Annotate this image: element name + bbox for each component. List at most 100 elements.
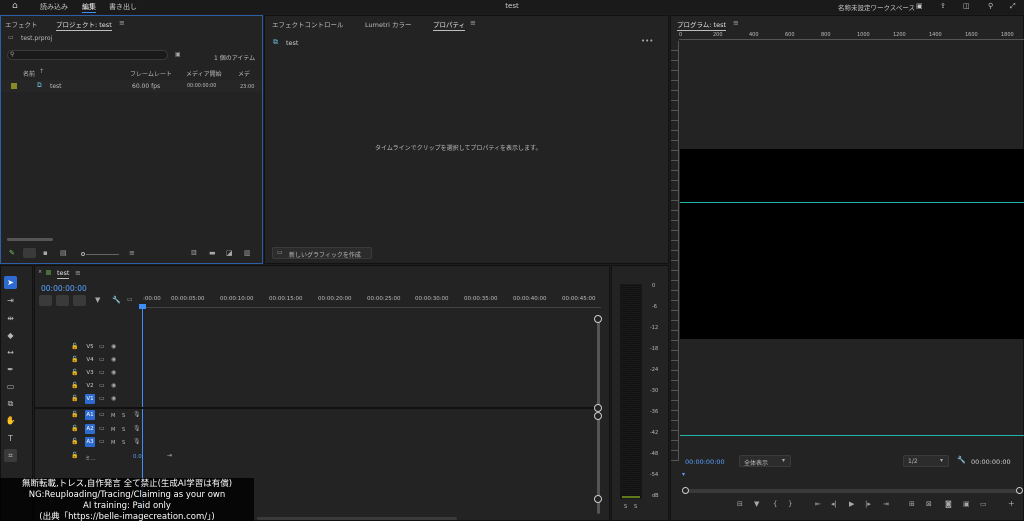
track-header-a2[interactable]: 🔓 A2 ▭ M S 🎙	[71, 424, 165, 436]
automate-icon[interactable]: ▥	[191, 250, 197, 256]
list-item[interactable]: ⧉ test 60.00 fps 00:00:00:00 23:00	[1, 80, 262, 92]
scrubber-handle-left[interactable]	[682, 487, 689, 494]
tab-properties[interactable]: プロパティ	[433, 19, 466, 31]
new-item-icon[interactable]: ◪	[226, 250, 233, 257]
playhead-handle[interactable]	[139, 304, 146, 309]
sync-lock-icon[interactable]: ▭	[99, 439, 105, 445]
eye-icon[interactable]: ◉	[111, 383, 116, 389]
freeform-view-icon[interactable]: ▤	[60, 250, 67, 257]
scroll-handle[interactable]	[594, 315, 602, 323]
eye-icon[interactable]: ◉	[111, 370, 116, 376]
rectangle-tool-icon[interactable]: ▭	[4, 380, 17, 393]
panel-menu-icon[interactable]: ≡	[470, 20, 476, 27]
add-marker-icon[interactable]: ▼	[95, 297, 100, 304]
col-name[interactable]: 名前	[23, 69, 35, 78]
tab-effect-controls[interactable]: エフェクトコントロール	[272, 19, 344, 29]
selection-tool-icon[interactable]: ➤	[4, 276, 17, 289]
sync-lock-icon[interactable]: ▭	[99, 426, 105, 432]
quick-export-icon[interactable]: ◫	[963, 2, 970, 10]
sync-lock-icon[interactable]: ▭	[99, 412, 105, 418]
lock-icon[interactable]: 🔓	[71, 453, 78, 459]
panel-menu-icon[interactable]: ≡	[119, 20, 125, 27]
go-to-end-icon[interactable]: ⇥	[167, 453, 172, 459]
panel-menu-icon[interactable]: ≡	[733, 20, 739, 27]
label-color-swatch[interactable]	[11, 83, 17, 89]
linked-selection-button[interactable]	[56, 295, 69, 306]
track-header-mix[interactable]: 🔓 ミ... 0.0 ⇥	[71, 451, 172, 463]
program-timecode[interactable]: 00:00:00:00	[685, 458, 725, 466]
go-to-in-icon[interactable]: ⇤	[815, 501, 821, 508]
go-to-out-icon[interactable]: ⇥	[883, 501, 889, 508]
mark-out-icon[interactable]: }	[788, 501, 792, 508]
video-preview[interactable]	[680, 149, 1024, 339]
lock-icon[interactable]: 🔓	[71, 412, 78, 418]
scrubber-handle-right[interactable]	[1016, 487, 1023, 494]
solo-right-button[interactable]: S	[634, 504, 637, 510]
eye-icon[interactable]: ◉	[111, 357, 116, 363]
mix-value[interactable]: 0.0	[133, 454, 142, 460]
col-media-end[interactable]: メデ	[238, 69, 250, 78]
insert-icon[interactable]: ⊞	[909, 501, 915, 508]
solo-button[interactable]: S	[122, 413, 125, 419]
playhead-marker-icon[interactable]: ▾	[682, 472, 685, 478]
insert-nest-button[interactable]	[73, 295, 86, 306]
lock-icon[interactable]: 🔓	[71, 396, 78, 402]
panel-menu-icon[interactable]: ≡	[75, 270, 81, 277]
bin-icon[interactable]: ▬	[209, 250, 216, 257]
tab-program[interactable]: プログラム: test	[677, 19, 727, 31]
search-icon[interactable]: ⚲	[988, 2, 993, 10]
track-header-v3[interactable]: 🔓 V3 ▭ ◉	[71, 368, 165, 380]
icon-view-icon[interactable]: ▪	[43, 250, 48, 257]
solo-button[interactable]: S	[122, 427, 125, 433]
track-divider[interactable]	[35, 407, 601, 409]
lock-icon[interactable]: 🔓	[71, 426, 78, 432]
caption-tool-icon[interactable]: ⌗	[4, 449, 17, 462]
new-graphic-button[interactable]: ▭ 新しいグラフィックを作成	[272, 247, 372, 259]
comparison-icon[interactable]: ▣	[963, 501, 970, 508]
sort-icon[interactable]: ≡	[129, 250, 135, 257]
add-button-icon[interactable]: +	[1008, 500, 1015, 508]
tab-lumetri[interactable]: Lumetri カラー	[365, 19, 412, 29]
sync-lock-icon[interactable]: ▭	[99, 383, 105, 389]
pencil-icon[interactable]: ✎	[9, 250, 15, 257]
lock-icon[interactable]: 🔓	[71, 439, 78, 445]
slip-tool-icon[interactable]: ↔	[4, 346, 17, 359]
wrench-icon[interactable]: 🔧	[112, 297, 121, 304]
mute-button[interactable]: M	[111, 440, 115, 446]
timeline-timecode[interactable]: 00:00:00:00	[41, 284, 87, 293]
hand-tool-icon[interactable]: ✋	[4, 414, 17, 427]
monitor-scrubber[interactable]	[685, 489, 1019, 493]
new-bin-icon[interactable]: ▣	[175, 52, 181, 58]
track-header-a1[interactable]: 🔓 A1 ▭ M S 🎙	[71, 410, 165, 422]
track-label[interactable]: V2	[85, 381, 95, 391]
trash-icon[interactable]: ▥	[244, 250, 251, 257]
track-header-v4[interactable]: 🔓 V4 ▭ ◉	[71, 355, 165, 367]
share-icon[interactable]: ⇪	[940, 2, 946, 10]
overwrite-icon[interactable]: ⊠	[926, 501, 932, 508]
pen-tool-icon[interactable]: ✒	[4, 363, 17, 376]
frame-tool-icon[interactable]: ⧉	[4, 397, 17, 410]
mute-button[interactable]: M	[111, 427, 115, 433]
captions-icon[interactable]: ▭	[127, 297, 133, 303]
sync-lock-icon[interactable]: ▭	[99, 344, 105, 350]
fullscreen-icon[interactable]: ⤢	[1010, 2, 1016, 11]
track-header-v1[interactable]: 🔓 V1 ▭ ◉	[71, 394, 165, 406]
lock-icon[interactable]: 🔓	[71, 383, 78, 389]
track-label[interactable]: A2	[85, 424, 95, 434]
lock-icon[interactable]: 🔓	[71, 357, 78, 363]
sync-lock-icon[interactable]: ▭	[99, 370, 105, 376]
step-forward-icon[interactable]: |▸	[865, 501, 871, 508]
track-label[interactable]: A1	[85, 410, 95, 420]
eye-icon[interactable]: ◉	[111, 396, 116, 402]
marker-icon[interactable]: ▼	[754, 501, 759, 508]
close-icon[interactable]: ×	[38, 270, 42, 275]
mark-in-icon[interactable]: {	[773, 501, 777, 508]
track-header-a3[interactable]: 🔓 A3 ▭ M S 🎙	[71, 437, 165, 449]
track-label[interactable]: V1	[85, 394, 95, 404]
time-ruler[interactable]: :00:00 00:00:05:00 00:00:10:00 00:00:15:…	[143, 294, 601, 308]
track-label[interactable]: V3	[85, 368, 95, 378]
microphone-icon[interactable]: 🎙	[133, 426, 141, 432]
zoom-slider[interactable]	[86, 254, 119, 255]
eye-icon[interactable]: ◉	[111, 344, 116, 350]
sync-lock-icon[interactable]: ▭	[99, 396, 105, 402]
